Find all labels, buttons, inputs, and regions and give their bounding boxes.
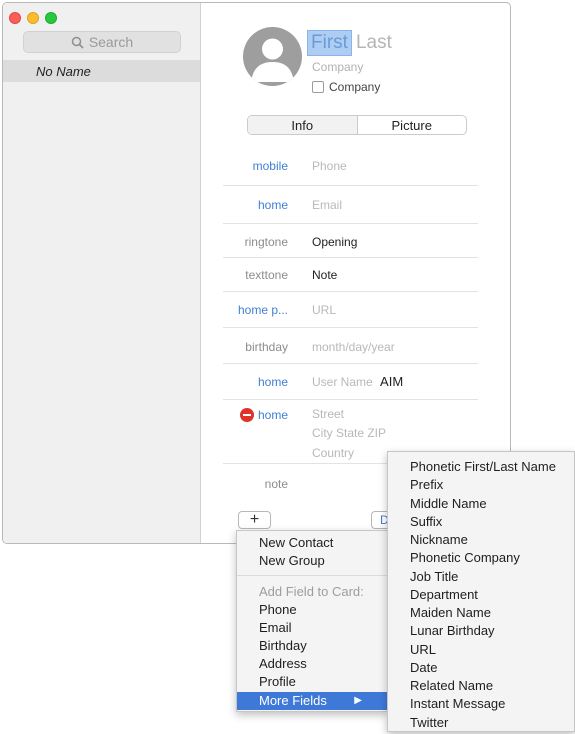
field-row-phone[interactable]: mobile Phone bbox=[223, 148, 478, 186]
contact-list-item[interactable]: No Name bbox=[3, 60, 200, 82]
menu-item-more-fields[interactable]: More Fields ▶ bbox=[237, 692, 387, 710]
submenu-item-job-title[interactable]: Job Title bbox=[410, 568, 458, 586]
company-checkbox-label: Company bbox=[329, 80, 381, 94]
tab-info[interactable]: Info bbox=[248, 116, 358, 134]
tab-picture[interactable]: Picture bbox=[358, 116, 467, 134]
menu-item-email[interactable]: Email bbox=[237, 619, 387, 637]
menu-separator bbox=[237, 575, 387, 576]
first-name-field[interactable]: First bbox=[307, 30, 352, 56]
address-label-text: home bbox=[257, 408, 288, 422]
menu-item-birthday[interactable]: Birthday bbox=[237, 637, 387, 655]
search-placeholder: Search bbox=[88, 34, 134, 50]
city-state-zip-field[interactable]: City State ZIP bbox=[312, 426, 386, 440]
submenu-arrow-icon: ▶ bbox=[354, 695, 362, 706]
im-label[interactable]: home bbox=[258, 375, 288, 389]
field-row-birthday[interactable]: birthday month/day/year bbox=[223, 328, 478, 364]
card-view-segmented-control[interactable]: Info Picture bbox=[247, 115, 467, 135]
field-row-email[interactable]: home Email bbox=[223, 186, 478, 224]
menu-item-phone[interactable]: Phone bbox=[237, 601, 387, 619]
phone-field[interactable]: Phone bbox=[312, 159, 347, 173]
birthday-label: birthday bbox=[245, 340, 288, 354]
last-name-field[interactable]: Last bbox=[356, 32, 392, 54]
menu-item-new-contact[interactable]: New Contact bbox=[237, 534, 387, 552]
field-row-texttone[interactable]: texttone Note bbox=[223, 258, 478, 292]
submenu-item-related-name[interactable]: Related Name bbox=[410, 677, 493, 695]
field-row-instant-message[interactable]: home User Name AIM bbox=[223, 364, 478, 400]
address-label[interactable]: home bbox=[239, 408, 288, 422]
field-row-ringtone[interactable]: ringtone Opening bbox=[223, 224, 478, 258]
menu-item-address[interactable]: Address bbox=[237, 655, 387, 673]
texttone-value[interactable]: Note bbox=[312, 268, 337, 282]
company-checkbox[interactable] bbox=[312, 81, 324, 93]
more-fields-submenu: Phonetic First/Last Name Prefix Middle N… bbox=[387, 451, 575, 732]
close-window-button[interactable] bbox=[9, 12, 21, 24]
submenu-item-prefix[interactable]: Prefix bbox=[410, 476, 443, 494]
submenu-item-department[interactable]: Department bbox=[410, 586, 478, 604]
ringtone-value[interactable]: Opening bbox=[312, 235, 357, 249]
add-button[interactable]: + bbox=[238, 511, 271, 529]
minimize-window-button[interactable] bbox=[27, 12, 39, 24]
submenu-item-middle-name[interactable]: Middle Name bbox=[410, 495, 487, 513]
contact-name-label: No Name bbox=[36, 63, 91, 79]
im-service-popup[interactable]: AIM bbox=[380, 374, 403, 389]
email-field[interactable]: Email bbox=[312, 198, 342, 212]
sidebar: Search No Name bbox=[3, 3, 201, 543]
field-row-url[interactable]: home p... URL bbox=[223, 292, 478, 328]
submenu-item-phonetic-company[interactable]: Phonetic Company bbox=[410, 549, 520, 567]
submenu-item-phonetic-name[interactable]: Phonetic First/Last Name bbox=[410, 458, 556, 476]
email-label[interactable]: home bbox=[258, 198, 288, 212]
texttone-label: texttone bbox=[245, 268, 288, 282]
submenu-item-suffix[interactable]: Suffix bbox=[410, 513, 442, 531]
submenu-item-nickname[interactable]: Nickname bbox=[410, 531, 468, 549]
avatar-picture[interactable] bbox=[243, 27, 302, 86]
person-silhouette-icon bbox=[251, 38, 294, 82]
menu-item-profile[interactable]: Profile bbox=[237, 673, 387, 691]
remove-field-icon[interactable] bbox=[239, 408, 254, 422]
search-field[interactable]: Search bbox=[23, 31, 181, 53]
name-fields: First Last bbox=[307, 30, 392, 56]
birthday-field[interactable]: month/day/year bbox=[312, 340, 395, 354]
company-field[interactable]: Company bbox=[312, 60, 363, 74]
note-label: note bbox=[264, 477, 288, 491]
submenu-item-instant-message[interactable]: Instant Message bbox=[410, 695, 505, 713]
submenu-item-twitter[interactable]: Twitter bbox=[410, 714, 448, 732]
url-label[interactable]: home p... bbox=[238, 303, 288, 317]
search-icon bbox=[71, 36, 84, 49]
more-fields-label: More Fields bbox=[259, 693, 327, 708]
submenu-item-date[interactable]: Date bbox=[410, 659, 437, 677]
menu-header-add-field: Add Field to Card: bbox=[259, 584, 364, 599]
submenu-item-maiden-name[interactable]: Maiden Name bbox=[410, 604, 491, 622]
phone-label[interactable]: mobile bbox=[253, 159, 288, 173]
street-field[interactable]: Street bbox=[312, 407, 344, 421]
im-username-placeholder: User Name bbox=[312, 375, 373, 389]
add-popup-menu: New Contact New Group Add Field to Card:… bbox=[236, 530, 388, 712]
url-field[interactable]: URL bbox=[312, 303, 336, 317]
im-field[interactable]: User Name AIM bbox=[312, 374, 403, 389]
zoom-window-button[interactable] bbox=[45, 12, 57, 24]
submenu-item-lunar-birthday[interactable]: Lunar Birthday bbox=[410, 622, 495, 640]
menu-item-new-group[interactable]: New Group bbox=[237, 552, 387, 570]
submenu-item-url[interactable]: URL bbox=[410, 641, 436, 659]
country-field[interactable]: Country bbox=[312, 446, 354, 460]
company-checkbox-row[interactable]: Company bbox=[312, 80, 380, 94]
ringtone-label: ringtone bbox=[244, 235, 288, 249]
